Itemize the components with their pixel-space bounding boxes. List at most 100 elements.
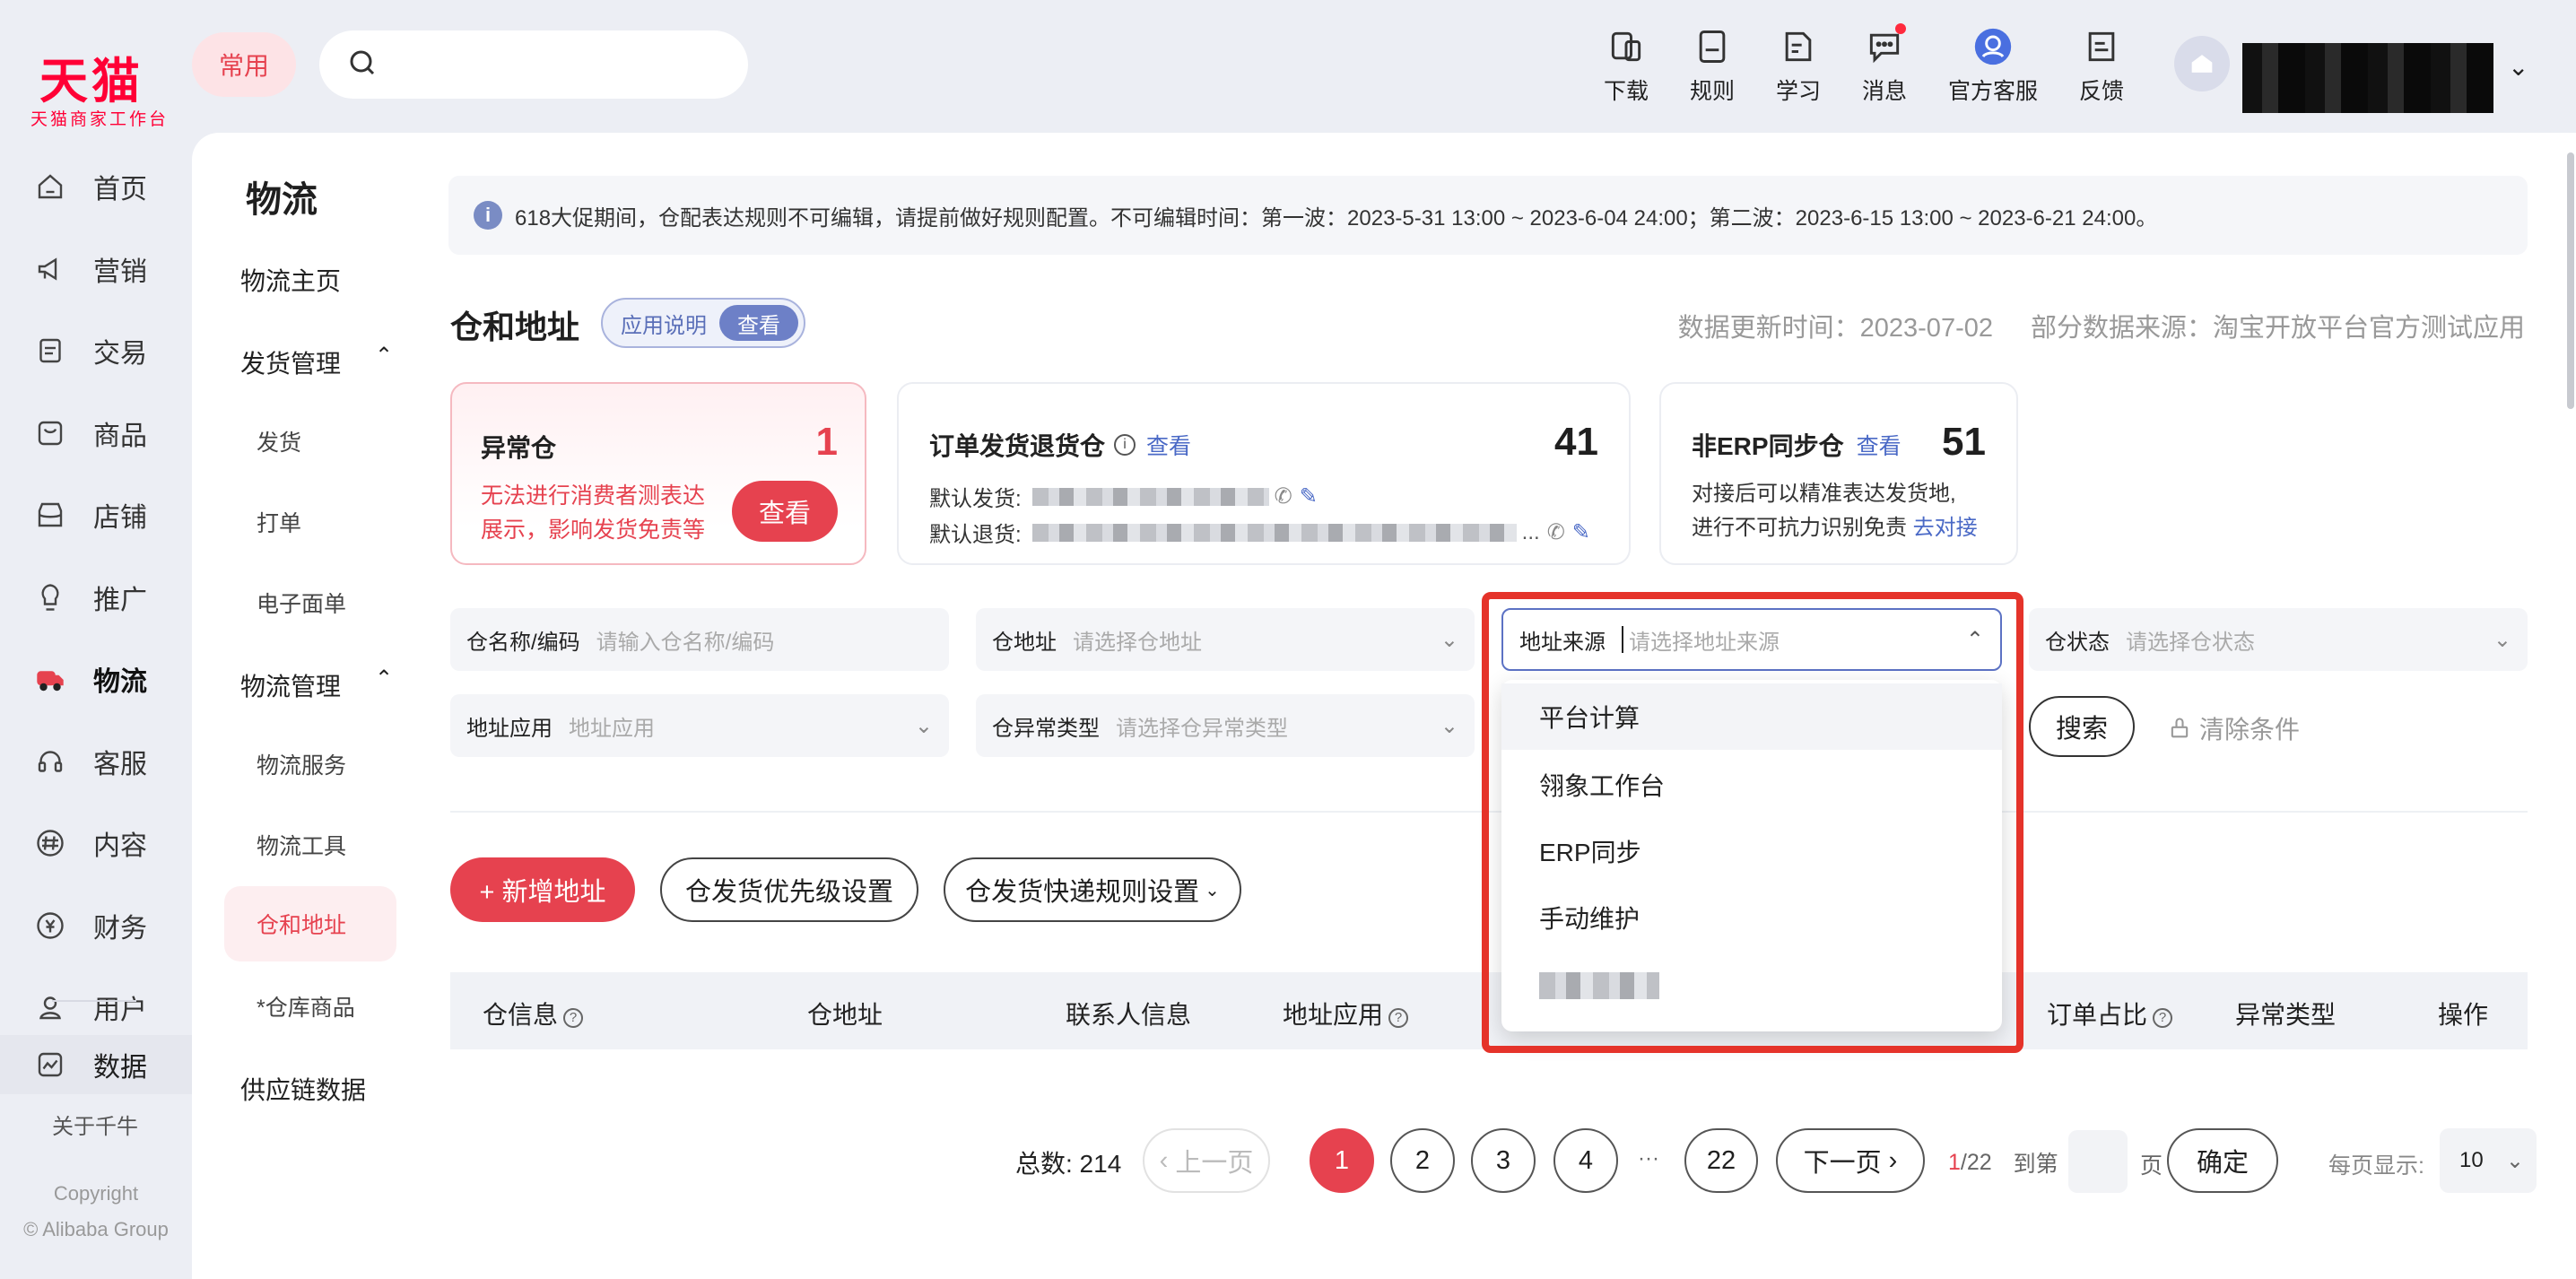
order-card-view-link[interactable]: 查看 xyxy=(1146,429,1191,461)
add-address-button[interactable]: + 新增地址 xyxy=(450,857,635,922)
phone-icon[interactable]: ✆ xyxy=(1547,519,1565,545)
warehouse-address-filter[interactable]: 仓地址 请选择仓地址 ⌄ xyxy=(976,608,1475,671)
th-address-usage: 地址应用? xyxy=(1283,996,1409,1031)
abnormal-warehouse-card: 异常仓 1 无法进行消费者测表达 展示，影响发货免责等 查看 xyxy=(450,382,866,565)
sidebar-item-megaphone[interactable]: 营销 xyxy=(34,242,196,296)
edit-icon[interactable]: ✎ xyxy=(1572,519,1590,545)
learn-icon xyxy=(1779,27,1818,66)
app-note-label: 应用说明 xyxy=(621,313,707,338)
subnav-print[interactable]: 打单 xyxy=(257,506,301,538)
topbar-download-label: 下载 xyxy=(1603,79,1649,104)
sidebar-item-content[interactable]: 内容 xyxy=(34,816,196,870)
abnormal-view-button[interactable]: 查看 xyxy=(732,481,838,542)
clear-filters-button[interactable]: 清除条件 xyxy=(2167,710,2300,746)
th-abnormal-type: 异常类型 xyxy=(2235,1001,2337,1029)
subnav-ship[interactable]: 发货 xyxy=(257,425,301,457)
sidebar-item-finance[interactable]: 财务 xyxy=(34,899,196,953)
page-3[interactable]: 3 xyxy=(1471,1128,1536,1193)
abnormal-type-select[interactable]: 请选择仓异常类型 xyxy=(1116,710,1440,742)
topbar-feedback[interactable]: 反馈 xyxy=(2052,27,2151,108)
subnav-warehouse-address[interactable]: 仓和地址 xyxy=(224,886,396,961)
topbar-download[interactable]: 下载 xyxy=(1577,27,1675,108)
search-button[interactable]: 搜索 xyxy=(2029,696,2135,757)
warehouse-status-select[interactable]: 请选择仓状态 xyxy=(2126,624,2493,656)
goto-confirm-button[interactable]: 确定 xyxy=(2167,1128,2278,1193)
prev-page-button[interactable]: ‹ 上一页 xyxy=(1143,1128,1270,1193)
megaphone-icon xyxy=(38,257,57,281)
warehouse-address-select[interactable]: 请选择仓地址 xyxy=(1073,624,1440,656)
topbar-rules[interactable]: 规则 xyxy=(1663,27,1762,108)
sidebar-item-user[interactable]: 用户 xyxy=(34,980,196,1034)
phone-icon[interactable]: ✆ xyxy=(1275,483,1292,509)
abnormal-desc: 无法进行消费者测表达 展示，影响发货免责等 xyxy=(481,479,705,547)
subnav-logistics-home[interactable]: 物流主页 xyxy=(240,262,341,298)
notice-banner: i 618大促期间，仓配表达规则不可编辑，请提前做好规则配置。不可编辑时间：第一… xyxy=(448,176,2528,255)
brand-subtitle: 天猫商家工作台 xyxy=(30,110,170,129)
goto-page-input[interactable] xyxy=(2068,1130,2128,1193)
current-page: 1 xyxy=(1948,1149,1961,1175)
page-4[interactable]: 4 xyxy=(1553,1128,1618,1193)
topbar-learn[interactable]: 学习 xyxy=(1749,27,1848,108)
help-icon[interactable]: ? xyxy=(2153,1008,2173,1028)
sidebar-item-label: 推广 xyxy=(93,585,147,615)
sidebar-item-trade[interactable]: 交易 xyxy=(34,324,196,378)
connect-link[interactable]: 去对接 xyxy=(1913,516,1978,540)
page-scrollbar[interactable] xyxy=(2567,152,2574,409)
warehouse-name-filter[interactable]: 仓名称/编码 请输入仓名称/编码 xyxy=(450,608,949,671)
info-circle-icon[interactable]: i xyxy=(1114,434,1136,456)
sidebar-item-home[interactable]: 首页 xyxy=(34,160,196,213)
user-icon xyxy=(39,996,61,1020)
user-avatar[interactable] xyxy=(2174,36,2230,91)
page-indicator: 1/22 到第 xyxy=(1948,1146,2058,1179)
express-rules-button[interactable]: 仓发货快递规则设置 ⌄ xyxy=(944,857,1241,922)
subnav-warehouse-goods[interactable]: *仓库商品 xyxy=(257,990,355,1022)
help-icon[interactable]: ? xyxy=(563,1008,584,1028)
topbar-learn-label: 学习 xyxy=(1775,79,1821,104)
user-menu-chevron-icon[interactable]: ⌄ xyxy=(2508,52,2528,82)
app-note-pill[interactable]: 应用说明 查看 xyxy=(601,298,805,348)
about-link[interactable]: 关于千牛 xyxy=(52,1109,138,1140)
next-page-button[interactable]: 下一页 › xyxy=(1776,1128,1925,1193)
priority-settings-button[interactable]: 仓发货优先级设置 xyxy=(660,857,918,922)
order-warehouse-card: 订单发货退货仓 i 查看 41 默认发货: ✆ ✎ 默认退货: ... ✆ ✎ xyxy=(897,382,1631,565)
goods-icon xyxy=(38,421,63,445)
sidebar-item-label: 物流 xyxy=(93,667,147,697)
global-search-input[interactable] xyxy=(319,30,748,99)
page-2[interactable]: 2 xyxy=(1390,1128,1455,1193)
frequent-button[interactable]: 常用 xyxy=(192,32,296,97)
sidebar-item-label: 交易 xyxy=(93,339,147,369)
subnav-supply-chain[interactable]: 供应链数据 xyxy=(240,1071,366,1107)
address-usage-filter[interactable]: 地址应用 地址应用 ⌄ xyxy=(450,694,949,757)
feedback-icon xyxy=(2082,27,2121,66)
brand-logo[interactable]: 天猫 xyxy=(39,41,144,112)
sidebar-item-logistics[interactable]: 物流 xyxy=(34,652,196,706)
default-ship-row: 默认发货: ✆ ✎ xyxy=(929,481,1318,512)
sidebar-item-data[interactable]: 数据 xyxy=(0,1035,192,1094)
subnav-eslip[interactable]: 电子面单 xyxy=(257,587,346,619)
sidebar-item-label: 财务 xyxy=(93,913,147,944)
th-warehouse-info: 仓信息? xyxy=(483,996,584,1031)
non-erp-view-link[interactable]: 查看 xyxy=(1857,429,1902,461)
subnav-group-manage[interactable]: 物流管理 xyxy=(240,667,341,703)
warehouse-abnormal-type-filter[interactable]: 仓异常类型 请选择仓异常类型 ⌄ xyxy=(976,694,1475,757)
subnav-title: 物流 xyxy=(246,180,318,220)
subnav-logistics-service[interactable]: 物流服务 xyxy=(257,748,346,780)
help-icon[interactable]: ? xyxy=(1388,1008,1409,1028)
warehouse-status-filter[interactable]: 仓状态 请选择仓状态 ⌄ xyxy=(2029,608,2528,671)
sidebar-item-goods[interactable]: 商品 xyxy=(34,406,196,460)
data-source: 部分数据来源：淘宝开放平台官方测试应用 xyxy=(2030,314,2525,343)
sidebar-item-promote[interactable]: 推广 xyxy=(34,570,196,624)
topbar-message[interactable]: 消息 xyxy=(1835,23,1934,108)
subnav-logistics-tools[interactable]: 物流工具 xyxy=(257,829,346,861)
page-1[interactable]: 1 xyxy=(1310,1128,1374,1193)
warehouse-name-input[interactable]: 请输入仓名称/编码 xyxy=(596,624,933,656)
address-usage-select[interactable]: 地址应用 xyxy=(569,710,915,742)
sidebar-item-headset[interactable]: 客服 xyxy=(34,735,196,788)
th-order-ratio: 订单占比? xyxy=(2047,996,2173,1031)
app-note-view-button[interactable]: 查看 xyxy=(719,305,798,341)
page-22[interactable]: 22 xyxy=(1684,1128,1758,1193)
topbar-service[interactable]: 官方客服 xyxy=(1943,27,2043,108)
edit-icon[interactable]: ✎ xyxy=(1300,483,1318,509)
per-page-select[interactable]: 10 ⌄ xyxy=(2440,1128,2537,1193)
sidebar-item-shop[interactable]: 店铺 xyxy=(34,488,196,542)
